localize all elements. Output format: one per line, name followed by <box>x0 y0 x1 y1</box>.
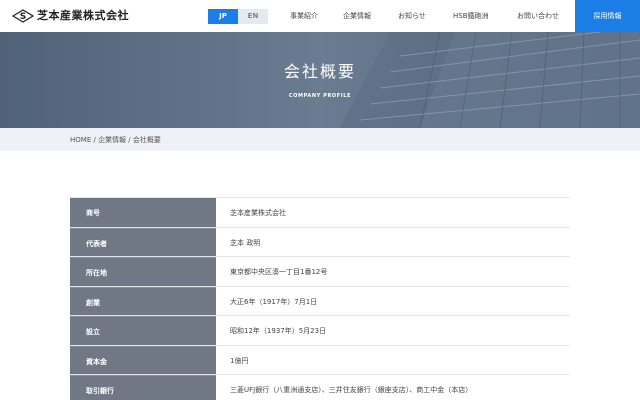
row-value: 大正6年（1917年）7月1日 <box>230 297 318 306</box>
row-label-cell: 創業 <box>70 286 216 315</box>
row-label-cell: 設立 <box>70 316 216 345</box>
breadcrumb-home[interactable]: HOME <box>70 136 91 144</box>
table-row: 設立 昭和12年（1937年）5月23日 <box>70 315 570 345</box>
breadcrumb-bar: HOME / 企業情報 / 会社概要 <box>0 128 640 151</box>
breadcrumb-separator: / <box>126 136 133 144</box>
row-label-cell: 商号 <box>70 198 216 227</box>
row-label: 代表者 <box>86 239 107 248</box>
row-label-cell: 取引銀行 <box>70 375 216 400</box>
nav-business[interactable]: 事業紹介 <box>290 11 318 21</box>
company-profile-table: 商号 芝本産業株式会社 代表者 芝本 政明 所在地 東京都中央区湊一丁目1番12… <box>70 197 570 400</box>
row-label-cell: 資本金 <box>70 345 216 374</box>
row-label: 取引銀行 <box>86 387 114 395</box>
lang-jp-button[interactable]: JP <box>208 9 238 24</box>
table-row: 取引銀行 三菱UFJ銀行（八重洲通支店）、三井住友銀行（銀座支店）、商工中金（本… <box>70 374 570 400</box>
logo-mark-icon: S <box>12 9 34 23</box>
breadcrumb-company[interactable]: 企業情報 <box>98 136 126 144</box>
row-label: 設立 <box>86 328 100 336</box>
logo[interactable]: S 芝本産業株式会社 <box>12 7 129 25</box>
page-title: 会社概要 <box>283 62 356 81</box>
breadcrumb: HOME / 企業情報 / 会社概要 <box>70 135 161 145</box>
hero-banner: 会社概要 COMPANY PROFILE <box>0 32 640 128</box>
row-label: 所在地 <box>86 269 107 277</box>
row-label-cell: 代表者 <box>70 227 216 256</box>
nav-news[interactable]: お知らせ <box>398 11 426 21</box>
row-label-cell: 所在地 <box>70 257 216 286</box>
row-value: 昭和12年（1937年）5月23日 <box>230 327 327 335</box>
table-row: 代表者 芝本 政明 <box>70 226 570 256</box>
svg-text:S: S <box>20 12 26 22</box>
nav-company[interactable]: 企業情報 <box>343 11 371 21</box>
row-label: 創業 <box>86 298 100 307</box>
row-value: 芝本産業株式会社 <box>230 209 286 217</box>
page-subtitle: COMPANY PROFILE <box>288 93 352 99</box>
nav-hsb[interactable]: HSB鐵砲洲 <box>453 11 489 21</box>
recruit-button[interactable]: 採用情報 <box>575 0 640 32</box>
lang-en-button[interactable]: EN <box>238 9 268 24</box>
row-label: 商号 <box>86 209 100 217</box>
row-value: 東京都中央区湊一丁目1番12号 <box>230 268 328 276</box>
site-header: S 芝本産業株式会社 JP EN 事業紹介 企業情報 お知らせ HSB鐵砲洲 お… <box>0 0 640 32</box>
breadcrumb-current: 会社概要 <box>132 136 161 144</box>
row-value: 三菱UFJ銀行（八重洲通支店）、三井住友銀行（銀座支店）、商工中金（本店） <box>230 386 473 394</box>
logo-text: 芝本産業株式会社 <box>37 9 129 22</box>
table-row: 創業 大正6年（1917年）7月1日 <box>70 285 570 315</box>
table-row: 商号 芝本産業株式会社 <box>70 197 570 227</box>
language-switcher: JP EN <box>208 9 268 24</box>
row-label: 資本金 <box>86 357 107 366</box>
nav-contact[interactable]: お問い合わせ <box>517 11 559 21</box>
row-value: 1億円 <box>230 356 249 365</box>
row-value: 芝本 政明 <box>230 238 261 247</box>
table-row: 資本金 1億円 <box>70 344 570 374</box>
table-row: 所在地 東京都中央区湊一丁目1番12号 <box>70 256 570 286</box>
